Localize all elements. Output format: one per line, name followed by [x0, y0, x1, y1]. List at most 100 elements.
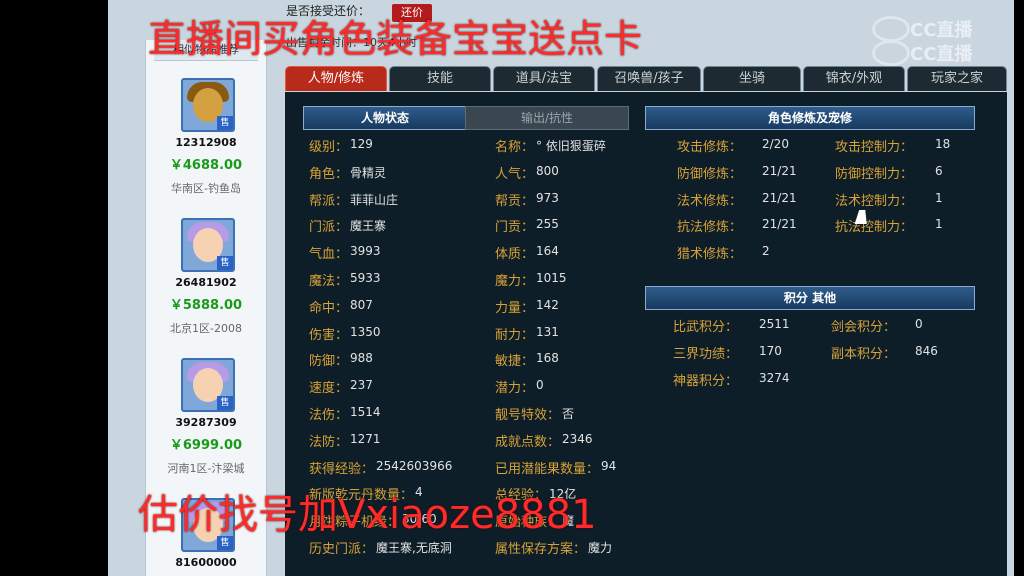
cultivation-label: 攻击修炼：: [677, 140, 743, 155]
detail-tabs: 人物/修炼 技能 道具/法宝 召唤兽/孩子 坐骑 锦衣/外观 玩家之家: [285, 66, 1007, 92]
stat-value: 807: [350, 297, 373, 312]
tab-player-home[interactable]: 玩家之家: [907, 66, 1007, 91]
cultivation-label: 防御控制力：: [835, 166, 914, 182]
points-value: 170: [759, 343, 782, 358]
cultivation-value: 21/21: [762, 163, 797, 178]
cultivation-label: 抗法控制力：: [835, 220, 914, 236]
item-id: 81600000: [175, 556, 237, 569]
stat-value: 988: [350, 351, 373, 366]
stat-value: 0: [536, 378, 544, 393]
stat-label: 角色：: [309, 166, 349, 182]
cultivation-label: 防御修炼：: [677, 166, 743, 182]
item-server: 河南1区-汴梁城: [167, 462, 245, 475]
cultivation-label: 攻击控制力：: [835, 140, 914, 155]
stat-value: 800: [536, 163, 559, 178]
stat-value: 131: [536, 324, 559, 339]
stream-banner-top: 直播间买角色装备宝宝送点卡: [148, 17, 643, 61]
stat-label: 帮贡：: [495, 193, 535, 209]
cultivation-value: 18: [935, 137, 951, 151]
item-server: 北京1区-2008: [170, 322, 242, 335]
stat-label: 敏捷：: [495, 354, 535, 370]
stat-label: 速度：: [309, 381, 349, 397]
points-value: 846: [915, 343, 938, 358]
points-label: 副本积分：: [831, 346, 897, 362]
stat-value: 2542603966: [376, 458, 453, 473]
stat-label: 帮派：: [309, 193, 349, 209]
points-label: 比武积分：: [673, 320, 739, 335]
cultivation-value: 21/21: [762, 217, 797, 232]
stat-label: 魔法：: [309, 274, 349, 289]
stat-label: 伤害：: [309, 327, 349, 343]
stat-label: 人气：: [495, 166, 535, 182]
points-label: 神器积分：: [673, 373, 739, 389]
stat-label: 力量：: [495, 300, 535, 316]
stat-value: 3993: [350, 244, 381, 259]
stat-label: 命中：: [309, 300, 349, 316]
stat-value: 2346: [562, 431, 593, 446]
item-id: 39287309: [175, 416, 237, 429]
stat-label: 历史门派：: [309, 542, 375, 557]
points-value: 2511: [759, 317, 790, 331]
tab-skills[interactable]: 技能: [389, 66, 491, 91]
character-avatar[interactable]: 售: [181, 358, 235, 412]
watermark-text: CC直播: [910, 44, 973, 65]
points-label: 剑会积分：: [831, 320, 897, 335]
tab-pets[interactable]: 召唤兽/孩子: [597, 66, 701, 91]
sale-badge: 售: [217, 396, 233, 410]
sale-badge: 售: [217, 256, 233, 270]
stat-label: 获得经验：: [309, 461, 375, 477]
stat-label: 门贡：: [495, 220, 535, 236]
cultivation-label: 法术修炼：: [677, 193, 743, 209]
stat-label: 级别：: [309, 140, 349, 155]
tab-character[interactable]: 人物/修炼: [285, 66, 387, 91]
stat-value: 94: [601, 458, 617, 473]
tab-output-resist[interactable]: 输出/抗性: [465, 106, 629, 130]
points-header: 积分 其他: [645, 286, 975, 310]
stat-value: 973: [536, 190, 559, 205]
tab-mounts[interactable]: 坐骑: [703, 66, 801, 91]
stat-value: 237: [350, 378, 373, 393]
stat-value: 魔力: [588, 541, 613, 555]
item-id: 12312908: [175, 136, 237, 149]
seller-card[interactable]: 售 26481902 ￥5888.00 北京1区-2008: [146, 216, 266, 346]
stat-value: 魔王寨,无底洞: [376, 541, 452, 555]
stat-value: 129: [350, 137, 373, 151]
tab-appearance[interactable]: 锦衣/外观: [803, 66, 905, 91]
cc-live-watermark: CC直播 CC直播: [866, 14, 1018, 66]
stream-banner-bottom: 估价找号加Vxiaoze8881: [138, 492, 597, 538]
character-avatar[interactable]: 售: [181, 78, 235, 132]
cultivation-label: 猎术修炼：: [677, 247, 743, 263]
cultivation-label: 抗法修炼：: [677, 220, 743, 236]
stat-value: 骨精灵: [350, 165, 387, 180]
tab-items[interactable]: 道具/法宝: [493, 66, 595, 91]
stat-label: 体质：: [495, 247, 535, 263]
stat-label: 潜力：: [495, 381, 535, 397]
stat-value: 菲菲山庄: [350, 192, 399, 207]
stat-label: 防御：: [309, 354, 349, 370]
logo-icon: [872, 40, 910, 66]
stat-value: 5933: [350, 271, 381, 285]
stat-value: 否: [562, 407, 575, 421]
stat-label: 属性保存方案：: [495, 542, 587, 557]
cultivation-value: 21/21: [762, 190, 797, 205]
cultivation-value: 2/20: [762, 137, 789, 151]
logo-icon: [872, 16, 910, 42]
tab-status[interactable]: 人物状态: [303, 106, 467, 130]
stat-label: 耐力：: [495, 327, 535, 343]
stat-label: 魔力：: [495, 274, 535, 289]
seller-card[interactable]: 售 12312908 ￥4688.00 华南区-钓鱼岛: [146, 76, 266, 206]
stat-label: 法防：: [309, 434, 349, 450]
stat-value: 1350: [350, 324, 381, 339]
cultivation-value: 1: [935, 190, 943, 205]
stat-label: 门派：: [309, 220, 349, 236]
seller-card[interactable]: 售 39287309 ￥6999.00 河南1区-汴梁城: [146, 356, 266, 486]
stat-label: 成就点数：: [495, 434, 561, 450]
character-avatar[interactable]: 售: [181, 218, 235, 272]
points-value: 0: [915, 317, 923, 331]
stat-value: 1514: [350, 405, 381, 419]
stat-value: 1015: [536, 271, 567, 285]
stat-value: 255: [536, 217, 559, 232]
stat-label: 已用潜能果数量：: [495, 461, 600, 477]
stat-value: 142: [536, 297, 559, 312]
stat-value: 1271: [350, 431, 381, 446]
